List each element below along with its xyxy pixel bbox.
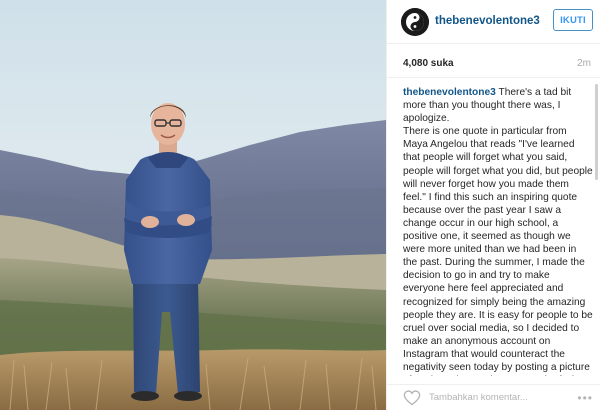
caption-text: There's a tad bit more than you thought … (403, 87, 593, 376)
instagram-post: thebenevolentone3 IKUTI 4,080 suka 2m th… (0, 0, 600, 410)
post-header: thebenevolentone3 IKUTI (387, 0, 600, 44)
likes-row: 4,080 suka 2m (387, 44, 600, 78)
add-comment-bar: ••• (387, 384, 600, 410)
header-username-link[interactable]: thebenevolentone3 (435, 15, 540, 27)
photo-image (0, 0, 386, 410)
avatar[interactable] (401, 8, 429, 36)
caption-username-link[interactable]: thebenevolentone3 (403, 87, 496, 98)
post-side-panel: thebenevolentone3 IKUTI 4,080 suka 2m th… (386, 0, 600, 410)
likes-count[interactable]: 4,080 suka (403, 58, 454, 69)
heart-outline-icon[interactable] (403, 390, 421, 406)
post-caption: thebenevolentone3 There's a tad bit more… (403, 86, 593, 376)
comment-input[interactable] (429, 389, 569, 405)
yin-yang-icon (401, 8, 429, 36)
follow-button[interactable]: IKUTI (553, 9, 593, 31)
more-options-icon[interactable]: ••• (577, 391, 593, 405)
caption-scrollbar[interactable] (595, 84, 598, 180)
post-photo[interactable] (0, 0, 386, 410)
post-timestamp[interactable]: 2m (577, 58, 591, 69)
